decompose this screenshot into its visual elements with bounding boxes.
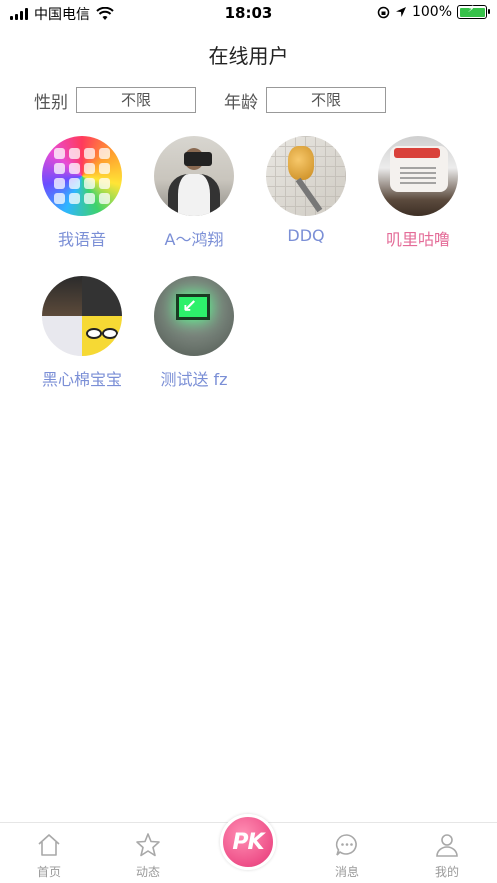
avatar[interactable] — [154, 136, 234, 216]
user-card[interactable]: DDQ — [250, 136, 362, 276]
tab-feed-label: 动态 — [135, 865, 160, 879]
avatar[interactable] — [266, 136, 346, 216]
page-title: 在线用户 — [208, 44, 289, 68]
avatar[interactable] — [378, 136, 458, 216]
status-right: 100% — [377, 4, 490, 20]
avatar[interactable] — [42, 276, 122, 356]
user-card[interactable]: 我语音 — [26, 136, 138, 276]
rotation-lock-icon — [377, 6, 390, 18]
user-card[interactable]: 黑心棉宝宝 — [26, 276, 138, 416]
avatar[interactable] — [42, 136, 122, 216]
tab-home-label: 首页 — [36, 865, 61, 879]
battery-icon — [457, 4, 490, 19]
tab-messages[interactable]: 消息 — [317, 831, 377, 880]
home-icon — [38, 834, 60, 856]
tab-home[interactable]: 首页 — [19, 831, 79, 880]
user-name[interactable]: 我语音 — [58, 226, 106, 250]
tab-feed[interactable]: 动态 — [118, 831, 178, 880]
user-name[interactable]: A～鸿翔 — [165, 226, 224, 250]
user-card[interactable]: ↙ 测试送 fz — [138, 276, 250, 416]
tab-profile-label: 我的 — [434, 865, 459, 879]
age-filter-select[interactable]: 不限 — [266, 87, 386, 113]
tab-messages-label: 消息 — [334, 865, 359, 879]
user-name[interactable]: 黑心棉宝宝 — [42, 366, 122, 390]
pk-button[interactable]: PK — [220, 814, 276, 870]
filter-bar: 性别 不限 年龄 不限 — [34, 87, 386, 113]
star-icon — [136, 833, 160, 857]
user-name[interactable]: DDQ — [287, 226, 324, 245]
location-arrow-icon — [395, 7, 406, 17]
gender-filter-label: 性别 — [34, 92, 68, 113]
gender-filter-select[interactable]: 不限 — [76, 87, 196, 113]
user-card[interactable]: 叽里咕噜 — [362, 136, 474, 276]
online-user-grid: 我语音 A～鸿翔 DDQ 叽里咕噜 黑心棉宝宝 ↙ 测试送 fz — [26, 136, 476, 416]
status-bar: 中国电信 18:03 100% — [0, 0, 497, 26]
tab-profile[interactable]: 我的 — [417, 831, 477, 880]
person-icon — [436, 834, 458, 857]
user-card[interactable]: A～鸿翔 — [138, 136, 250, 276]
user-name[interactable]: 测试送 fz — [160, 366, 227, 390]
chat-bubble-icon — [335, 834, 357, 856]
battery-percent: 100% — [411, 4, 452, 20]
avatar[interactable]: ↙ — [154, 276, 234, 356]
age-filter-label: 年龄 — [224, 92, 258, 113]
user-name[interactable]: 叽里咕噜 — [386, 226, 450, 250]
pk-logo: PK — [232, 829, 264, 855]
